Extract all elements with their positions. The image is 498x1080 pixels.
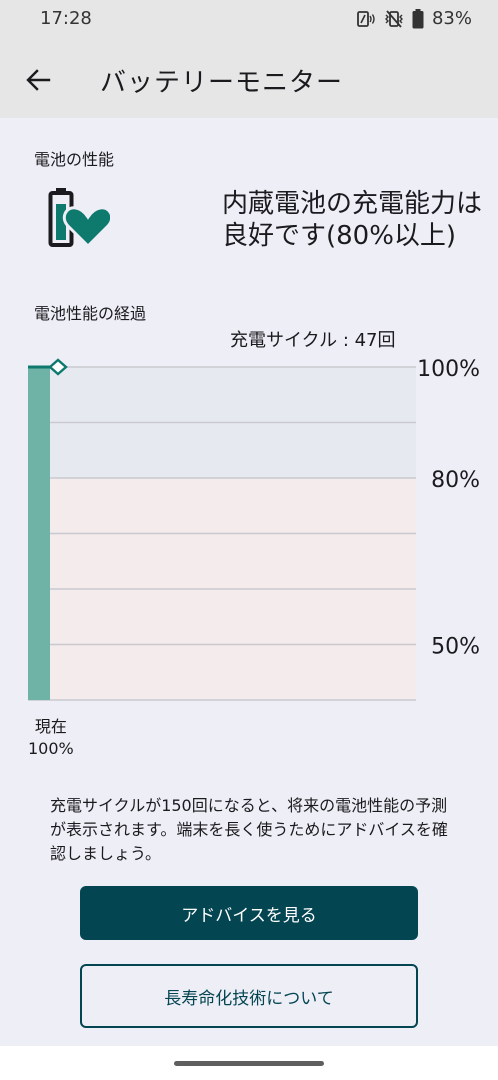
battery-heart-icon bbox=[46, 186, 114, 250]
vibrate-mute-icon bbox=[384, 9, 404, 28]
chart-tick-label: 80% bbox=[431, 468, 480, 493]
chart-tick-label: 100% bbox=[417, 357, 480, 382]
gesture-handle[interactable] bbox=[174, 1061, 324, 1066]
performance-section-label: 電池の性能 bbox=[34, 150, 115, 169]
info-text: 充電サイクルが150回になると、将来の電池性能の予測が表示されます。端末を長く使… bbox=[50, 796, 448, 863]
page-title: バッテリーモニター bbox=[100, 68, 344, 98]
status-bar: 17:28 83% bbox=[0, 0, 498, 40]
chart-tick-label: 50% bbox=[431, 635, 480, 660]
battery-icon bbox=[412, 8, 424, 29]
view-advice-button[interactable]: アドバイスを見る bbox=[80, 886, 418, 940]
status-icons: 83% bbox=[356, 8, 472, 29]
status-time: 17:28 bbox=[40, 8, 92, 29]
longevity-tech-button[interactable]: 長寿命化技術について bbox=[80, 964, 418, 1028]
current-percent: 100% bbox=[28, 739, 74, 758]
app-bar: バッテリーモニター bbox=[0, 40, 498, 118]
health-status-line1: 内蔵電池の充電能力は bbox=[222, 189, 483, 219]
current-label: 現在 bbox=[34, 717, 67, 736]
battery-health-status: 内蔵電池の充電能力は 良好です(80%以上) bbox=[222, 188, 482, 252]
back-button[interactable] bbox=[18, 60, 58, 100]
chart-bar bbox=[28, 367, 50, 700]
navigation-bar bbox=[0, 1046, 498, 1080]
charge-cycle-count: 充電サイクル : 47回 bbox=[230, 330, 396, 351]
history-section-label: 電池性能の経過 bbox=[34, 304, 147, 323]
battery-history-chart: 100% 80% 50% bbox=[28, 357, 480, 701]
health-status-line2: 良好です(80%以上) bbox=[222, 221, 457, 251]
back-arrow-icon bbox=[26, 69, 51, 91]
current-value-label: 現在 100% bbox=[28, 716, 74, 760]
battery-percent: 83% bbox=[431, 8, 472, 29]
nfc-icon bbox=[356, 10, 376, 28]
